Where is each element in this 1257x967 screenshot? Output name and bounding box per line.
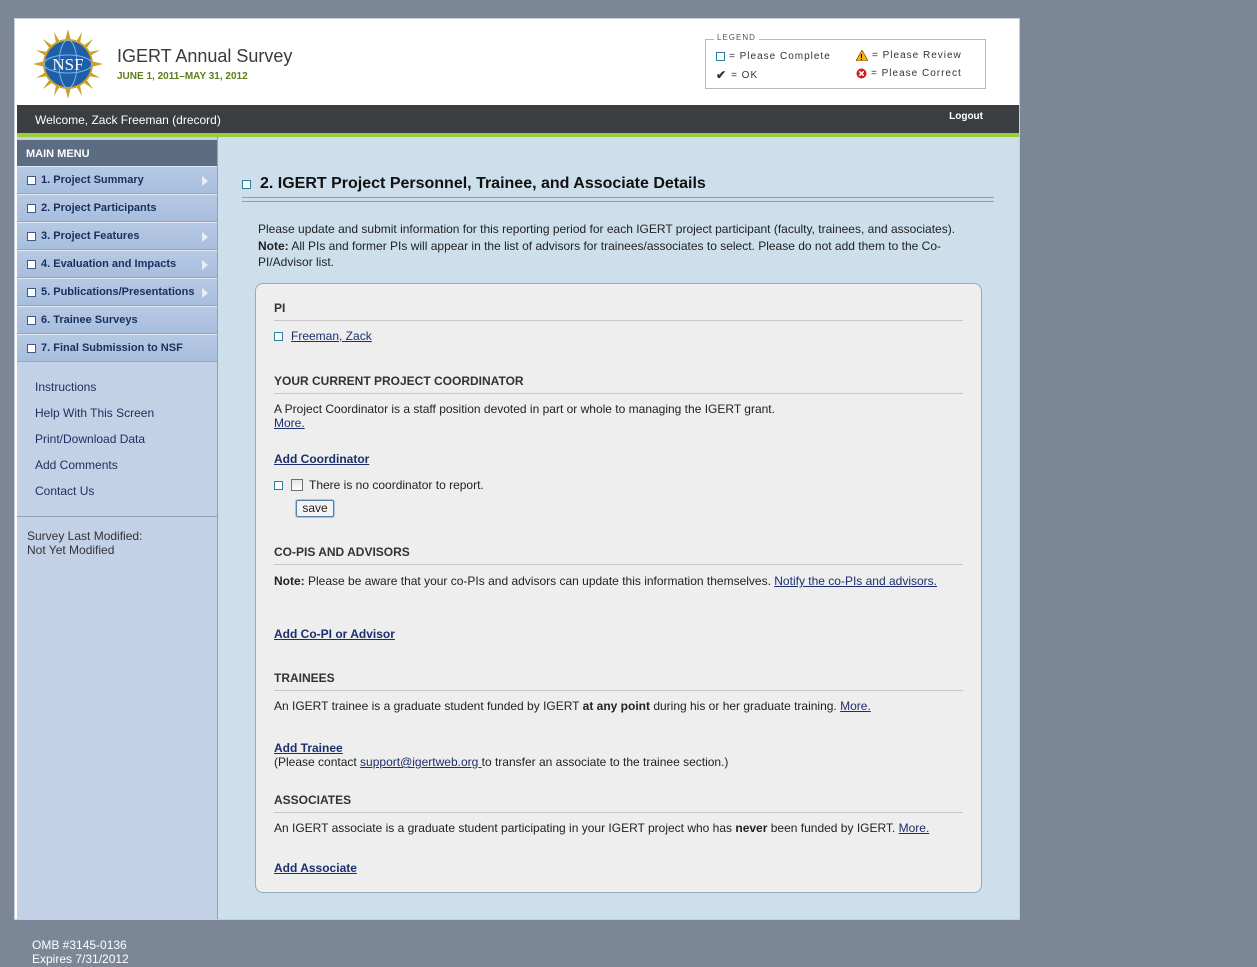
error-icon xyxy=(856,68,867,79)
logout-link[interactable]: Logout xyxy=(949,111,983,122)
status-checkbox-icon xyxy=(27,232,36,241)
copis-note: Note: Please be aware that your co-PIs a… xyxy=(274,574,938,588)
title-rule xyxy=(242,197,994,202)
legend-title: LEGEND xyxy=(714,33,759,42)
legend-complete: = Please Complete xyxy=(716,51,831,62)
add-coordinator-link[interactable]: Add Coordinator xyxy=(274,452,369,466)
menu-item-publications[interactable]: 5. Publications/Presentations xyxy=(17,278,217,306)
menu-item-project-participants[interactable]: 2. Project Participants xyxy=(17,194,217,222)
legend-ok: ✔ = OK xyxy=(716,68,759,82)
arrow-right-icon xyxy=(202,232,208,242)
add-associate-link[interactable]: Add Associate xyxy=(274,861,357,875)
add-copi-link[interactable]: Add Co-PI or Advisor xyxy=(274,627,395,641)
section-title: 2. IGERT Project Personnel, Trainee, and… xyxy=(242,175,706,193)
status-checkbox-icon xyxy=(27,344,36,353)
copis-heading: CO-PIS AND ADVISORS xyxy=(274,545,963,565)
header: NSF IGERT Annual Survey JUNE 1, 2011–MAY… xyxy=(15,19,1019,105)
pi-heading: PI xyxy=(274,301,963,321)
intro-text: Please update and submit information for… xyxy=(258,222,956,269)
trainees-heading: TRAINEES xyxy=(274,671,963,691)
secondary-links: Instructions Help With This Screen Print… xyxy=(17,380,217,510)
legend: LEGEND = Please Complete ! = Please Revi… xyxy=(705,33,986,89)
arrow-right-icon xyxy=(202,260,208,270)
menu-item-project-features[interactable]: 3. Project Features xyxy=(17,222,217,250)
coordinator-description: A Project Coordinator is a staff positio… xyxy=(274,402,775,430)
personnel-panel: PI Freeman, Zack YOUR CURRENT PROJECT CO… xyxy=(255,283,982,893)
menu-item-trainee-surveys[interactable]: 6. Trainee Surveys xyxy=(17,306,217,334)
no-coordinator-row: There is no coordinator to report. xyxy=(274,478,484,492)
main-menu-title: MAIN MENU xyxy=(17,140,217,166)
legend-review: ! = Please Review xyxy=(856,50,962,61)
status-checkbox-icon xyxy=(27,204,36,213)
menu-item-evaluation-impacts[interactable]: 4. Evaluation and Impacts xyxy=(17,250,217,278)
status-checkbox-icon xyxy=(274,331,283,341)
trainee-description: An IGERT trainee is a graduate student f… xyxy=(274,699,871,713)
expiration-date: Expires 7/31/2012 xyxy=(32,952,129,966)
omb-number: OMB #3145-0136 xyxy=(32,938,127,952)
status-checkbox-icon xyxy=(274,480,283,490)
associate-description: An IGERT associate is a graduate student… xyxy=(274,821,930,835)
status-checkbox-icon xyxy=(242,179,251,189)
welcome-bar: Welcome, Zack Freeman (drecord) Logout xyxy=(17,105,1019,133)
associate-more-link[interactable]: More. xyxy=(899,821,930,835)
checkmark-icon: ✔ xyxy=(716,68,728,82)
associates-heading: ASSOCIATES xyxy=(274,793,963,813)
add-comments-link[interactable]: Add Comments xyxy=(35,458,217,484)
coordinator-heading: YOUR CURRENT PROJECT COORDINATOR xyxy=(274,374,963,394)
support-email-link[interactable]: support@igertweb.org xyxy=(360,755,482,769)
legend-correct: = Please Correct xyxy=(856,68,962,79)
instructions-link[interactable]: Instructions xyxy=(35,380,217,406)
main-content: 2. IGERT Project Personnel, Trainee, and… xyxy=(218,137,1019,919)
no-coordinator-checkbox[interactable] xyxy=(291,479,303,491)
svg-text:!: ! xyxy=(860,53,864,61)
status-checkbox-icon xyxy=(27,176,36,185)
sidebar-divider xyxy=(17,516,217,517)
reporting-period: JUNE 1, 2011–MAY 31, 2012 xyxy=(117,71,248,82)
welcome-text: Welcome, Zack Freeman (drecord) xyxy=(35,113,221,127)
pi-row: Freeman, Zack xyxy=(274,329,372,343)
pi-name-link[interactable]: Freeman, Zack xyxy=(291,329,372,343)
status-checkbox-icon xyxy=(27,316,36,325)
app-title: IGERT Annual Survey xyxy=(117,46,293,66)
add-trainee-block: Add Trainee (Please contact support@iger… xyxy=(274,741,729,769)
menu-item-final-submission[interactable]: 7. Final Submission to NSF xyxy=(17,334,217,362)
checkbox-square-icon xyxy=(716,52,725,61)
menu-item-project-summary[interactable]: 1. Project Summary xyxy=(17,166,217,194)
nsf-logo: NSF xyxy=(33,29,103,99)
contact-us-link[interactable]: Contact Us xyxy=(35,484,217,510)
save-button[interactable]: save xyxy=(296,500,334,517)
arrow-right-icon xyxy=(202,176,208,186)
warning-icon: ! xyxy=(856,50,868,61)
omb-footer: OMB #3145-0136 Expires 7/31/2012 xyxy=(32,938,129,966)
survey-modified: Survey Last Modified: Not Yet Modified xyxy=(27,529,143,557)
add-trainee-link[interactable]: Add Trainee xyxy=(274,741,343,755)
status-checkbox-icon xyxy=(27,288,36,297)
arrow-right-icon xyxy=(202,288,208,298)
sidebar: MAIN MENU 1. Project Summary 2. Project … xyxy=(17,137,218,919)
status-checkbox-icon xyxy=(27,260,36,269)
page-frame: NSF IGERT Annual Survey JUNE 1, 2011–MAY… xyxy=(14,18,1020,920)
svg-text:NSF: NSF xyxy=(52,55,83,74)
help-link[interactable]: Help With This Screen xyxy=(35,406,217,432)
notify-copis-link[interactable]: Notify the co-PIs and advisors. xyxy=(774,574,937,588)
trainee-more-link[interactable]: More. xyxy=(840,699,871,713)
coordinator-more-link[interactable]: More. xyxy=(274,416,305,430)
print-download-link[interactable]: Print/Download Data xyxy=(35,432,217,458)
